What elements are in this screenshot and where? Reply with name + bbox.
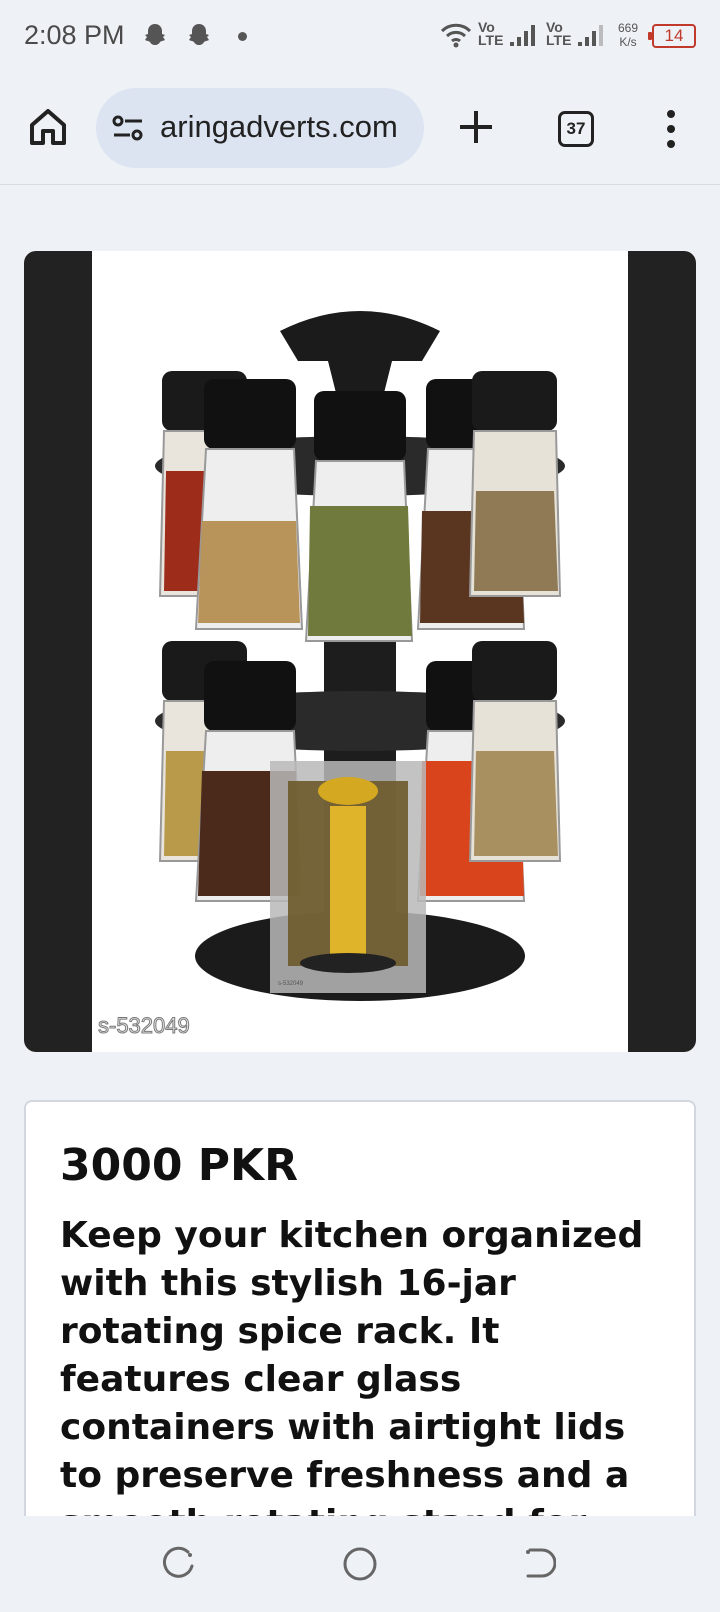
status-bar: 2:08 PM Vo LTE Vo LTE 669 K/s 14 (0, 0, 720, 75)
home-circle-icon[interactable] (342, 1546, 378, 1582)
plus-icon[interactable] (456, 107, 496, 147)
product-image-frame: s-532049 s-532049 (92, 251, 628, 1052)
notification-dot (238, 32, 247, 41)
network-label-2: Vo LTE (546, 19, 572, 48)
image-watermark: s-532049 (98, 1013, 191, 1039)
address-bar[interactable]: aringadverts.com (96, 88, 424, 168)
network-speed: 669 K/s (618, 21, 638, 49)
signal-icon (510, 25, 535, 46)
browser-toolbar: aringadverts.com 37 (0, 75, 720, 185)
tab-switcher-icon[interactable]: 37 (558, 111, 594, 147)
url-text[interactable]: aringadverts.com (160, 109, 398, 145)
home-icon[interactable] (26, 105, 70, 149)
recent-apps-icon[interactable] (162, 1546, 196, 1580)
product-price: 3000 PKR (60, 1140, 299, 1191)
status-time: 2:08 PM (24, 20, 125, 50)
product-image-card[interactable]: s-532049 s-532049 (24, 251, 696, 1052)
wifi-icon (440, 23, 472, 48)
system-nav-bar (0, 1516, 720, 1612)
snapchat-icon (145, 24, 165, 45)
signal-icon (578, 25, 603, 46)
thumbnail-caption: s-532049 (278, 981, 304, 987)
more-vert-icon[interactable] (660, 108, 682, 150)
snapchat-icon (189, 24, 209, 45)
speed-unit: K/s (619, 35, 637, 49)
site-settings-icon[interactable] (112, 114, 144, 142)
speed-value: 669 (618, 21, 639, 35)
battery-indicator: 14 (648, 24, 696, 48)
back-icon[interactable] (522, 1546, 556, 1580)
spice-rack-image (155, 311, 565, 1001)
product-description: Keep your kitchen organized with this st… (60, 1215, 644, 1544)
network-label-1: Vo LTE (478, 19, 504, 48)
